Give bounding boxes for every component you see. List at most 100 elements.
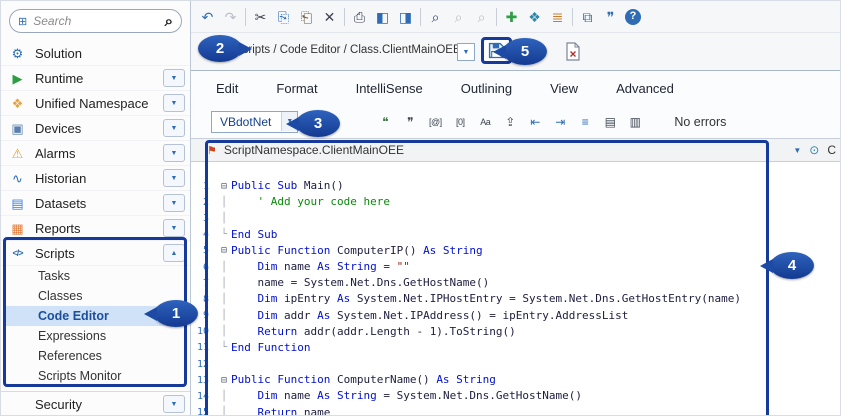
add-tag-icon[interactable]: ✚	[503, 10, 520, 24]
zoom-in-icon[interactable]: ⌕	[450, 10, 467, 24]
expand-chevron-icon[interactable]: ▼	[163, 144, 185, 162]
macro-at-icon[interactable]: [@]	[426, 117, 444, 127]
sidebar-subitem-tasks[interactable]: Tasks	[4, 266, 187, 286]
format-selection-icon[interactable]: ▥	[626, 115, 644, 129]
code-line[interactable]: 6│ Dim name As String = ""	[191, 259, 841, 275]
outline-toggle-icon[interactable]: ≡	[576, 115, 594, 129]
menu-advanced[interactable]: Advanced	[616, 81, 674, 96]
line-number: 12	[191, 359, 217, 370]
print-icon[interactable]: ⎙	[351, 10, 368, 24]
expand-chevron-icon[interactable]: ▼	[163, 69, 185, 87]
reports-icon: ▦	[9, 222, 26, 235]
sidebar-item-scripts[interactable]: </>Scripts▲	[1, 241, 190, 266]
sidebar-item-unified-namespace[interactable]: ❖Unified Namespace▼	[1, 91, 190, 116]
code-line[interactable]: 11└End Function	[191, 340, 841, 356]
expand-chevron-icon[interactable]: ▼	[163, 219, 185, 237]
code-line[interactable]: 4└End Sub	[191, 227, 841, 243]
copy-icon[interactable]: ⎘	[275, 10, 292, 24]
indent-decrease-icon[interactable]: ⇤	[526, 115, 544, 129]
runtime-play-icon: ▶	[9, 72, 26, 85]
fold-guide: │	[217, 391, 231, 402]
menu-edit[interactable]: Edit	[216, 81, 238, 96]
expand-chevron-icon[interactable]: ▼	[163, 94, 185, 112]
code-line[interactable]: 10│ Return addr(addr.Length - 1).ToStrin…	[191, 324, 841, 340]
search-options-icon[interactable]: ⊞	[18, 15, 27, 28]
script-namespace-title: ScriptNamespace.ClientMainOEE	[224, 143, 404, 157]
code-text: name = System.Net.Dns.GetHostName()	[231, 275, 489, 291]
sidebar-item-security[interactable]: Security▼	[1, 392, 190, 416]
code-line[interactable]: 7│ name = System.Net.Dns.GetHostName()	[191, 275, 841, 291]
member-dropdown-icon[interactable]: ▼	[793, 146, 801, 155]
code-line[interactable]: 13⊟Public Function ComputerName() As Str…	[191, 372, 841, 388]
expand-chevron-icon[interactable]: ▼	[163, 194, 185, 212]
paste-icon[interactable]: ⎗	[298, 10, 315, 24]
sidebar-item-label: Alarms	[35, 146, 75, 161]
toggle-case-icon[interactable]: Aa	[476, 117, 494, 127]
member-kind-icon: ⊙	[809, 143, 819, 157]
code-line[interactable]: 14│ Dim name As String = System.Net.Dns.…	[191, 388, 841, 404]
add-property-icon[interactable]: ❖	[526, 10, 543, 24]
sidebar-item-reports[interactable]: ▦Reports▼	[1, 216, 190, 241]
redo-icon[interactable]: ↷	[222, 10, 239, 24]
sidebar-subitem-expressions[interactable]: Expressions	[4, 326, 187, 346]
sidebar-item-alarms[interactable]: ⚠Alarms▼	[1, 141, 190, 166]
search-icon[interactable]: ⌕	[165, 14, 173, 29]
menu-view[interactable]: View	[550, 81, 578, 96]
page-setup-icon[interactable]: ◧	[374, 10, 391, 24]
fold-guide: │	[217, 294, 231, 305]
menu-outlining[interactable]: Outlining	[461, 81, 512, 96]
sidebar-subitem-references[interactable]: References	[4, 346, 187, 366]
code-line[interactable]: 9│ Dim addr As System.Net.IPAddress() = …	[191, 308, 841, 324]
sidebar-item-historian[interactable]: ∿Historian▼	[1, 166, 190, 191]
solution-icon: ⚙	[9, 47, 26, 60]
undo-icon[interactable]: ↶	[199, 10, 216, 24]
insert-number-icon[interactable]: [0]	[451, 117, 469, 127]
code-line[interactable]: 12	[191, 356, 841, 372]
sidebar-item-datasets[interactable]: ▤Datasets▼	[1, 191, 190, 216]
expand-chevron-icon[interactable]: ▼	[163, 395, 185, 413]
menu-intellisense[interactable]: IntelliSense	[356, 81, 423, 96]
zoom-icon[interactable]: ⌕	[427, 10, 444, 24]
line-number: 4	[191, 229, 217, 240]
fold-collapse-icon[interactable]: ⊟	[217, 245, 231, 256]
sidebar-item-solution[interactable]: ⚙Solution	[1, 41, 190, 66]
help-icon[interactable]: ?	[625, 9, 641, 25]
code-line[interactable]: 1⊟Public Sub Main()	[191, 178, 841, 194]
sidebar-item-devices[interactable]: ▣Devices▼	[1, 116, 190, 141]
menu-format[interactable]: Format	[276, 81, 317, 96]
comment-selection-icon[interactable]: ❝	[376, 115, 394, 129]
search-input[interactable]	[33, 14, 158, 28]
fold-collapse-icon[interactable]: ⊟	[217, 375, 231, 386]
code-line[interactable]: 2│ ' Add your code here	[191, 194, 841, 210]
pin-icon[interactable]: ⇪	[501, 115, 519, 129]
code-line[interactable]: 15│ Return name	[191, 405, 841, 416]
code-line[interactable]: 8│ Dim ipEntry As System.Net.IPHostEntry…	[191, 291, 841, 307]
code-line[interactable]: 5⊟Public Function ComputerIP() As String	[191, 243, 841, 259]
code-line[interactable]: 3│	[191, 210, 841, 226]
expand-chevron-icon[interactable]: ▼	[163, 119, 185, 137]
format-document-icon[interactable]: ▤	[601, 115, 619, 129]
uncomment-selection-icon[interactable]: ❞	[401, 115, 419, 129]
line-number: 14	[191, 391, 217, 402]
indent-increase-icon[interactable]: ⇥	[551, 115, 569, 129]
fold-collapse-icon[interactable]: ⊟	[217, 181, 231, 192]
collapse-chevron-icon[interactable]: ▲	[163, 244, 185, 262]
print-preview-icon[interactable]: ◨	[397, 10, 414, 24]
discard-document-button[interactable]	[565, 42, 581, 66]
breadcrumb-dropdown-icon[interactable]: ▼	[457, 43, 475, 61]
line-number: 1	[191, 181, 217, 192]
hierarchy-icon[interactable]: ≣	[549, 10, 566, 24]
cut-icon[interactable]: ✂	[252, 10, 269, 24]
sidebar-item-runtime[interactable]: ▶Runtime▼	[1, 66, 190, 91]
open-external-icon[interactable]: ⧉	[579, 10, 596, 24]
sidebar-subitem-scripts-monitor[interactable]: Scripts Monitor	[4, 366, 187, 386]
code-editor[interactable]: 1⊟Public Sub Main()2│ ' Add your code he…	[191, 162, 841, 416]
expand-chevron-icon[interactable]: ▼	[163, 169, 185, 187]
search-box[interactable]: ⊞ ⌕	[9, 9, 182, 33]
delete-icon[interactable]: ✕	[321, 10, 338, 24]
fold-guide: │	[217, 197, 231, 208]
comment-bubble-icon[interactable]: ❞	[602, 10, 619, 24]
fold-guide: │	[217, 326, 231, 337]
zoom-out-icon[interactable]: ⌕	[473, 10, 490, 24]
code-text: Dim name As String = ""	[231, 259, 410, 275]
